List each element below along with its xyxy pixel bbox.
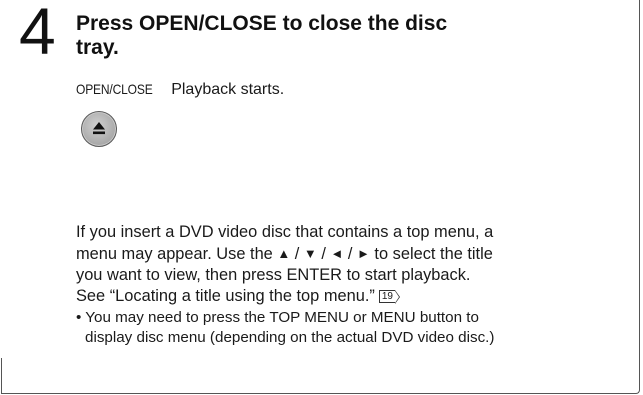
- arrow-right-icon: ►: [357, 246, 370, 261]
- paragraph-line: See “Locating a title using the top menu…: [76, 286, 636, 307]
- frame-left-edge: [1, 358, 2, 394]
- arrow-down-icon: ▼: [303, 246, 317, 261]
- note-bullet: • You may need to press the TOP MENU or …: [76, 308, 636, 348]
- playback-starts-text: Playback starts.: [171, 81, 285, 98]
- arrow-up-icon: ▲: [277, 246, 291, 261]
- step-title-line2: tray.: [76, 36, 119, 59]
- eject-button: [81, 111, 117, 147]
- step-number: 4: [19, 0, 56, 68]
- note-line: • You may need to press the TOP MENU or …: [76, 309, 479, 326]
- instruction-paragraph: If you insert a DVD video disc that cont…: [76, 222, 636, 307]
- open-close-label: OPEN/CLOSE: [76, 81, 153, 97]
- button-instruction: OPEN/CLOSE Playback starts.: [76, 80, 284, 99]
- paragraph-line: If you insert a DVD video disc that cont…: [76, 223, 494, 241]
- step-title: Press OPEN/CLOSE to close the disc tray.: [76, 12, 536, 60]
- paragraph-text: menu may appear. Use the: [76, 245, 278, 263]
- note-line: display disc menu (depending on the actu…: [85, 329, 495, 346]
- arrow-left-icon: ◄: [330, 246, 344, 261]
- page-reference-badge: 19: [378, 290, 401, 304]
- paragraph-line: you want to view, then press ENTER to st…: [76, 266, 471, 284]
- arrow-separator: /: [290, 245, 304, 263]
- eject-icon: [93, 122, 105, 135]
- arrow-separator: /: [343, 245, 357, 263]
- paragraph-line: menu may appear. Use the ▲ / ▼ / ◄ / ► t…: [76, 243, 636, 265]
- paragraph-text: to select the title: [369, 245, 493, 263]
- arrow-separator: /: [316, 245, 331, 263]
- see-reference-text: See “Locating a title using the top menu…: [76, 287, 375, 305]
- step-title-line1: Press OPEN/CLOSE to close the disc: [76, 12, 448, 35]
